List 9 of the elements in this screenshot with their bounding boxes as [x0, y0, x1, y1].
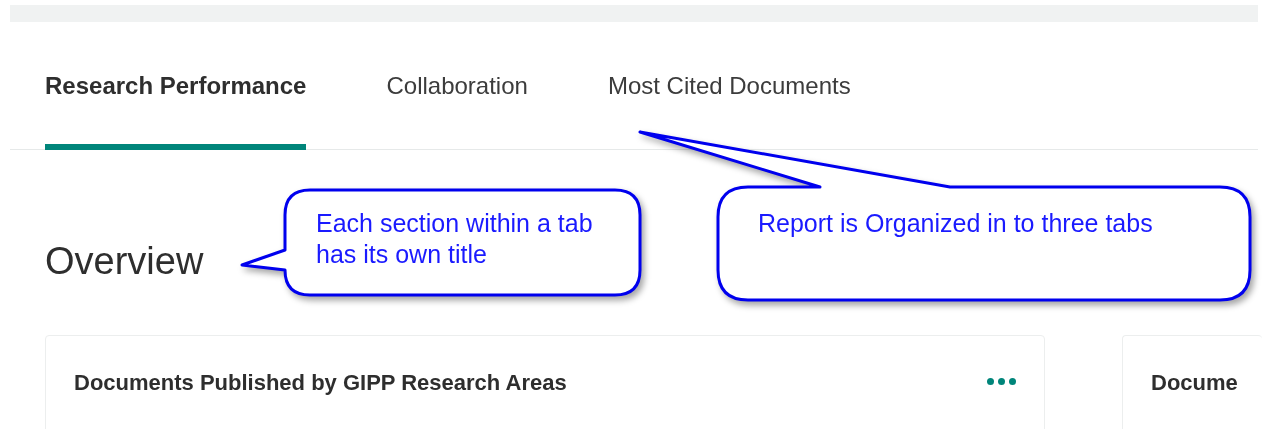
callout-text: Each section within a tab has its own title	[316, 208, 594, 271]
section-title: Overview	[45, 238, 204, 284]
callout-text: Report is Organized in to three tabs	[758, 208, 1154, 239]
card-title: Docume	[1151, 369, 1238, 397]
more-options-icon[interactable]	[987, 378, 1016, 385]
card-title: Documents Published by GIPP Research Areas	[74, 369, 567, 397]
tab[interactable]: Research Performance	[45, 55, 307, 150]
tab[interactable]: Most Cited Documents	[607, 55, 851, 150]
tab[interactable]: Collaboration	[386, 55, 528, 150]
